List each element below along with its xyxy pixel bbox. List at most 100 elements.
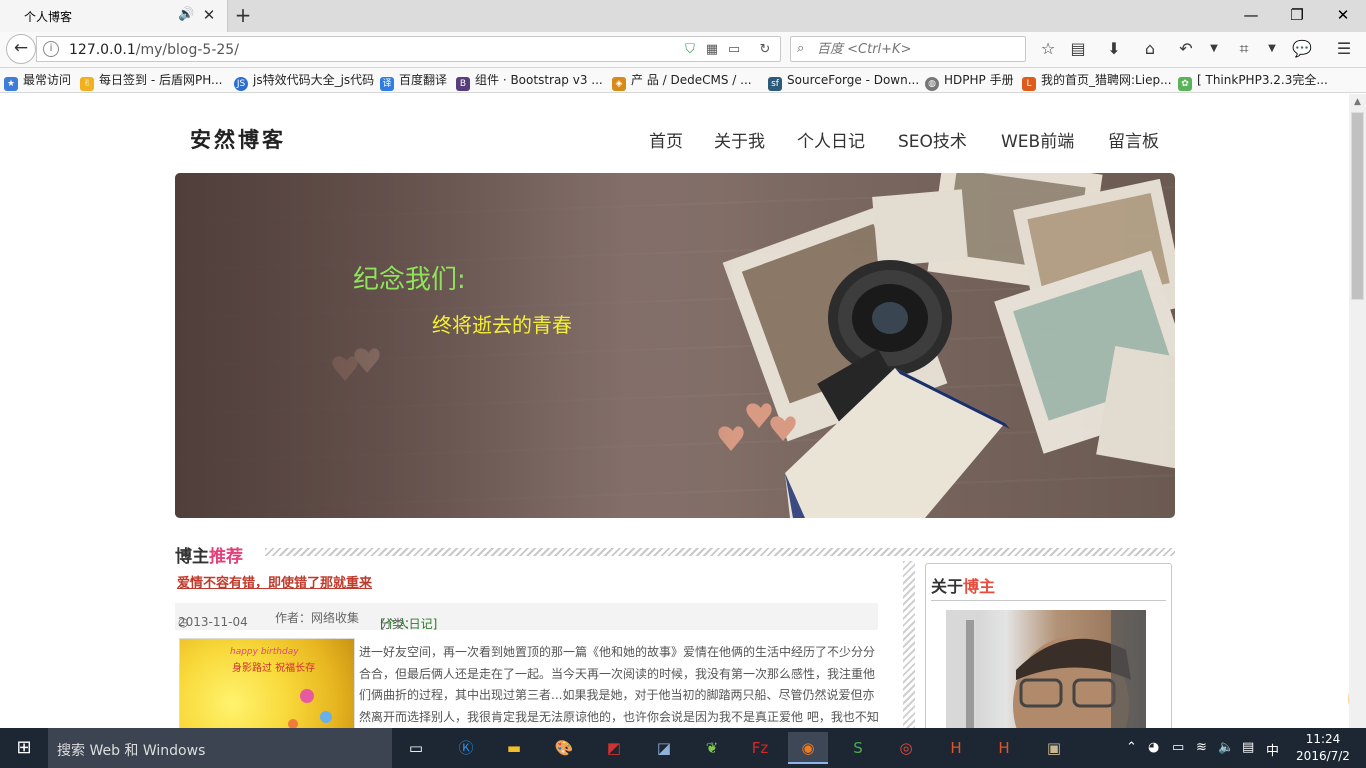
nav-seo[interactable]: SEO技术 [898,127,967,152]
filezilla-icon[interactable]: Fz [740,732,780,764]
nav-diary[interactable]: 个人日记 [797,127,865,152]
undo-icon[interactable]: ↶ [1176,39,1196,59]
wifi-icon[interactable]: ≋ [1196,740,1207,755]
site-logo[interactable]: 安然博客 [190,124,286,154]
section-title: 博主推荐 [175,542,243,567]
bookmark-item[interactable]: ★ 最常访问 [4,72,71,91]
chat-app-icon[interactable]: ❦ [692,732,732,764]
scroll-up-arrow-icon[interactable]: ▲ [1349,94,1366,111]
dropdown-icon[interactable]: ▼ [1262,39,1282,59]
chat-icon[interactable]: 💬 [1292,39,1312,59]
back-button[interactable]: ← [6,34,36,64]
section-stripe-divider [265,548,1175,556]
bookmark-item[interactable]: sf SourceForge - Down... [768,72,919,91]
bookmark-item[interactable]: JS js特效代码大全_js代码 [234,72,375,91]
notification-icon[interactable]: ▤ [1242,740,1254,755]
url-text[interactable]: 127.0.0.1/my/blog-5-25/ [69,42,239,58]
task-view-icon[interactable]: ▭ [396,732,436,764]
category-link[interactable]: [个人日记] [380,615,437,632]
bookmark-item[interactable]: ◈ 产 品 / DedeCMS / ... [612,72,752,91]
image-viewer-icon[interactable]: ▣ [1034,732,1074,764]
reading-list-icon[interactable]: ▤ [1068,39,1088,59]
qr-code-icon[interactable]: ▦ [704,42,720,58]
url-bar[interactable]: i 127.0.0.1/my/blog-5-25/ ⛉ ▦ ▭ ↻ [36,36,781,62]
bookmark-icon: JS [234,77,248,91]
bookmark-item[interactable]: ✌ 每日签到 - 后盾网PH... [80,72,223,91]
k-app-icon[interactable]: Ⓚ [446,732,486,764]
aside-title-part: 关于 [931,577,964,596]
reload-icon[interactable]: ↻ [757,42,773,58]
search-input[interactable] [817,40,1017,58]
bookmark-star-icon[interactable]: ☆ [1038,39,1058,59]
windows-start-icon[interactable]: ⊞ [0,728,48,768]
page-scrollbar[interactable]: ▲ [1349,94,1366,728]
new-tab-button[interactable]: + [232,4,254,26]
date-text: 2013-11-04 [178,615,248,629]
hbuilder-icon-2[interactable]: H [984,732,1024,764]
volume-icon[interactable]: 🔈 [1218,740,1234,755]
ime-indicator[interactable]: 中 [1266,740,1279,759]
mysql-workbench-icon[interactable]: ◪ [644,732,684,764]
paint-icon[interactable]: 🎨 [544,732,584,764]
site-info-icon[interactable]: i [43,41,59,57]
dropdown-icon[interactable]: ▼ [1204,39,1224,59]
bookmark-label: 每日签到 - 后盾网PH... [99,73,223,87]
clock-date: 2016/7/2 [1296,749,1350,763]
clock-time: 11:24 [1305,732,1341,746]
bookmark-label: 我的首页_猎聘网:Liep... [1041,73,1172,87]
tray-expand-icon[interactable]: ⌃ [1126,740,1137,755]
nav-guestbook[interactable]: 留言板 [1108,127,1159,152]
bookmark-item[interactable]: ✿ [ ThinkPHP3.2.3完全... [1178,72,1328,91]
search-box[interactable]: ⌕ [790,36,1026,62]
close-window-button[interactable]: ✕ [1320,0,1366,30]
bookmark-label: 产 品 / DedeCMS / ... [631,73,752,87]
home-icon[interactable]: ⌂ [1140,39,1160,59]
tab-strip: 个人博客 🔊 ✕ + — ❐ ✕ [0,0,1366,32]
battery-icon[interactable]: ▭ [1172,740,1184,755]
browser-tab[interactable]: 个人博客 🔊 ✕ [0,0,228,32]
aside-divider [931,600,1166,601]
qq-icon[interactable]: ◕ [1148,740,1159,755]
nav-web-frontend[interactable]: WEB前端 [1001,127,1074,152]
hbuilder-icon[interactable]: H [936,732,976,764]
minimize-button[interactable]: — [1228,0,1274,30]
scrollbar-thumb[interactable] [1351,112,1364,300]
bookmark-item[interactable]: 译百度翻译 [380,72,447,91]
bookmark-item[interactable]: B 组件 · Bootstrap v3 ... [456,72,603,91]
bookmark-icon: ◈ [612,77,626,91]
hero-banner[interactable]: 纪念我们: 终将逝去的青春 [175,173,1175,518]
taskbar-search[interactable]: 搜索 Web 和 Windows [48,728,392,768]
maximize-button[interactable]: ❐ [1274,0,1320,30]
sublime-icon[interactable]: S [838,732,878,764]
reader-view-icon[interactable]: ▭ [726,42,742,58]
system-clock[interactable]: 11:24 2016/7/2 [1288,731,1358,765]
chrome-icon[interactable]: ◎ [886,732,926,764]
article-meta: ◷ 2013-11-04 作者：网络收集 分类： [个人日记] [175,603,878,632]
download-icon[interactable]: ⬇ [1104,39,1124,59]
section-title-highlight: 推荐 [209,547,243,567]
dreamweaver-icon[interactable]: ◩ [594,732,634,764]
tab-close-icon[interactable]: ✕ [200,6,218,24]
shield-icon[interactable]: ⛉ [682,42,698,58]
search-icon: ⌕ [797,41,805,56]
menu-icon[interactable]: ☰ [1334,39,1354,59]
bookmark-label: [ ThinkPHP3.2.3完全... [1197,73,1328,87]
bookmark-item[interactable]: ◍ HDPHP 手册 [925,72,1014,91]
speaker-icon[interactable]: 🔊 [178,7,194,23]
article-thumbnail[interactable]: happy birthday 身影路过 祝福长存 [179,638,355,728]
file-explorer-icon[interactable]: ▬ [494,732,534,764]
bookmark-icon: ★ [4,77,18,91]
bookmark-label: js特效代码大全_js代码 [253,73,375,87]
tab-title: 个人博客 [24,10,73,24]
bookmark-label: 组件 · Bootstrap v3 ... [475,73,603,87]
article-title-link[interactable]: 爱情不容有错，即使错了那就重来 [177,572,372,591]
url-host: 127.0.0.1 [69,42,136,58]
nav-home[interactable]: 首页 [649,127,683,152]
nav-about[interactable]: 关于我 [714,127,765,152]
bookmark-label: HDPHP 手册 [944,73,1014,87]
bookmark-item[interactable]: L 我的首页_猎聘网:Liep... [1022,72,1172,91]
firefox-icon[interactable]: ◉ [788,732,828,764]
bookmark-icon: B [456,77,470,91]
screenshot-icon[interactable]: ⌗ [1234,39,1254,59]
bookmarks-bar: ★ 最常访问 ✌ 每日签到 - 后盾网PH... JS js特效代码大全_js代码 译… [0,68,1366,93]
